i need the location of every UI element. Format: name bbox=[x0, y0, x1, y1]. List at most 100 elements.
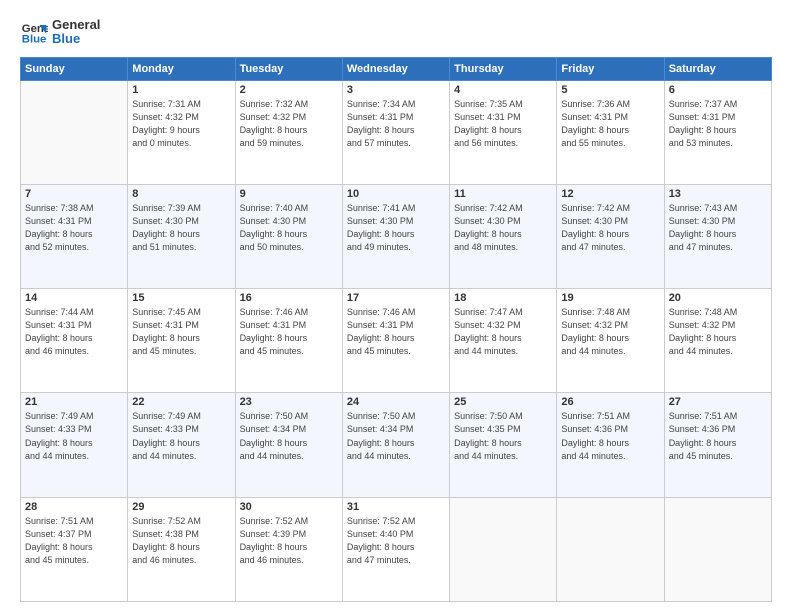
day-info: Sunrise: 7:31 AMSunset: 4:32 PMDaylight:… bbox=[132, 98, 230, 150]
day-cell: 30Sunrise: 7:52 AMSunset: 4:39 PMDayligh… bbox=[235, 497, 342, 601]
week-row-5: 28 Sunrise: 7:51 AMSunset: 4:37 PMDayligh… bbox=[21, 497, 772, 601]
day-info: Sunrise: 7:39 AMSunset: 4:30 PMDaylight:… bbox=[132, 202, 230, 254]
day-number: 23 bbox=[240, 396, 338, 408]
day-info: Sunrise: 7:37 AMSunset: 4:31 PMDaylight:… bbox=[669, 98, 767, 150]
day-number: 14 bbox=[25, 292, 123, 304]
day-info: Sunrise: 7:49 AMSunset: 4:33 PMDaylight:… bbox=[132, 410, 230, 462]
day-info: Sunrise: 7:52 AMSunset: 4:38 PMDaylight:… bbox=[132, 515, 230, 567]
col-header-thursday: Thursday bbox=[450, 57, 557, 80]
logo-general: General bbox=[52, 18, 100, 32]
day-number: 8 bbox=[132, 188, 230, 200]
week-row-4: 21Sunrise: 7:49 AMSunset: 4:33 PMDayligh… bbox=[21, 393, 772, 497]
calendar-table: SundayMondayTuesdayWednesdayThursdayFrid… bbox=[20, 57, 772, 602]
day-cell: 7 Sunrise: 7:38 AMSunset: 4:31 PMDaylight… bbox=[21, 184, 128, 288]
col-header-saturday: Saturday bbox=[664, 57, 771, 80]
day-number: 16 bbox=[240, 292, 338, 304]
week-row-3: 14 Sunrise: 7:44 AMSunset: 4:31 PMDayligh… bbox=[21, 289, 772, 393]
col-header-tuesday: Tuesday bbox=[235, 57, 342, 80]
day-info: Sunrise: 7:38 AMSunset: 4:31 PMDaylight:… bbox=[25, 202, 123, 254]
day-info: Sunrise: 7:46 AMSunset: 4:31 PMDaylight:… bbox=[347, 306, 445, 358]
day-number: 19 bbox=[561, 292, 659, 304]
day-info: Sunrise: 7:49 AMSunset: 4:33 PMDaylight:… bbox=[25, 410, 123, 462]
day-number: 31 bbox=[347, 501, 445, 513]
day-cell: 2 Sunrise: 7:32 AMSunset: 4:32 PMDaylight… bbox=[235, 80, 342, 184]
day-cell: 21Sunrise: 7:49 AMSunset: 4:33 PMDayligh… bbox=[21, 393, 128, 497]
day-info: Sunrise: 7:46 AMSunset: 4:31 PMDaylight:… bbox=[240, 306, 338, 358]
day-number: 25 bbox=[454, 396, 552, 408]
day-cell: 13Sunrise: 7:43 AMSunset: 4:30 PMDayligh… bbox=[664, 184, 771, 288]
day-cell: 18 Sunrise: 7:47 AMSunset: 4:32 PMDayligh… bbox=[450, 289, 557, 393]
calendar-page: General Blue General Blue SundayMondayTu… bbox=[0, 0, 792, 612]
day-info: Sunrise: 7:51 AMSunset: 4:37 PMDaylight:… bbox=[25, 515, 123, 567]
col-header-wednesday: Wednesday bbox=[342, 57, 449, 80]
day-cell: 5 Sunrise: 7:36 AMSunset: 4:31 PMDaylight… bbox=[557, 80, 664, 184]
day-info: Sunrise: 7:42 AMSunset: 4:30 PMDaylight:… bbox=[454, 202, 552, 254]
day-number: 28 bbox=[25, 501, 123, 513]
day-number: 27 bbox=[669, 396, 767, 408]
day-number: 4 bbox=[454, 84, 552, 96]
day-cell: 23 Sunrise: 7:50 AMSunset: 4:34 PMDayligh… bbox=[235, 393, 342, 497]
day-number: 15 bbox=[132, 292, 230, 304]
day-cell bbox=[664, 497, 771, 601]
day-number: 3 bbox=[347, 84, 445, 96]
day-cell: 24 Sunrise: 7:50 AMSunset: 4:34 PMDayligh… bbox=[342, 393, 449, 497]
day-info: Sunrise: 7:36 AMSunset: 4:31 PMDaylight:… bbox=[561, 98, 659, 150]
day-number: 17 bbox=[347, 292, 445, 304]
day-number: 10 bbox=[347, 188, 445, 200]
day-info: Sunrise: 7:34 AMSunset: 4:31 PMDaylight:… bbox=[347, 98, 445, 150]
day-info: Sunrise: 7:35 AMSunset: 4:31 PMDaylight:… bbox=[454, 98, 552, 150]
day-info: Sunrise: 7:50 AMSunset: 4:34 PMDaylight:… bbox=[240, 410, 338, 462]
day-number: 12 bbox=[561, 188, 659, 200]
day-cell: 6 Sunrise: 7:37 AMSunset: 4:31 PMDaylight… bbox=[664, 80, 771, 184]
day-cell bbox=[21, 80, 128, 184]
day-number: 11 bbox=[454, 188, 552, 200]
day-number: 20 bbox=[669, 292, 767, 304]
day-info: Sunrise: 7:41 AMSunset: 4:30 PMDaylight:… bbox=[347, 202, 445, 254]
day-cell: 27 Sunrise: 7:51 AMSunset: 4:36 PMDayligh… bbox=[664, 393, 771, 497]
logo: General Blue General Blue bbox=[20, 18, 100, 47]
day-info: Sunrise: 7:45 AMSunset: 4:31 PMDaylight:… bbox=[132, 306, 230, 358]
day-cell: 28 Sunrise: 7:51 AMSunset: 4:37 PMDayligh… bbox=[21, 497, 128, 601]
day-cell: 4 Sunrise: 7:35 AMSunset: 4:31 PMDaylight… bbox=[450, 80, 557, 184]
day-cell: 3 Sunrise: 7:34 AMSunset: 4:31 PMDaylight… bbox=[342, 80, 449, 184]
day-cell: 1 Sunrise: 7:31 AMSunset: 4:32 PMDaylight… bbox=[128, 80, 235, 184]
day-number: 5 bbox=[561, 84, 659, 96]
day-number: 2 bbox=[240, 84, 338, 96]
day-number: 13 bbox=[669, 188, 767, 200]
day-info: Sunrise: 7:50 AMSunset: 4:35 PMDaylight:… bbox=[454, 410, 552, 462]
day-cell: 29 Sunrise: 7:52 AMSunset: 4:38 PMDayligh… bbox=[128, 497, 235, 601]
header: General Blue General Blue bbox=[20, 18, 772, 47]
day-cell: 15 Sunrise: 7:45 AMSunset: 4:31 PMDayligh… bbox=[128, 289, 235, 393]
day-cell: 8 Sunrise: 7:39 AMSunset: 4:30 PMDaylight… bbox=[128, 184, 235, 288]
day-number: 29 bbox=[132, 501, 230, 513]
day-number: 18 bbox=[454, 292, 552, 304]
day-number: 9 bbox=[240, 188, 338, 200]
day-info: Sunrise: 7:51 AMSunset: 4:36 PMDaylight:… bbox=[561, 410, 659, 462]
col-header-monday: Monday bbox=[128, 57, 235, 80]
day-info: Sunrise: 7:42 AMSunset: 4:30 PMDaylight:… bbox=[561, 202, 659, 254]
day-info: Sunrise: 7:44 AMSunset: 4:31 PMDaylight:… bbox=[25, 306, 123, 358]
week-row-1: 1 Sunrise: 7:31 AMSunset: 4:32 PMDaylight… bbox=[21, 80, 772, 184]
day-info: Sunrise: 7:50 AMSunset: 4:34 PMDaylight:… bbox=[347, 410, 445, 462]
day-cell: 12 Sunrise: 7:42 AMSunset: 4:30 PMDayligh… bbox=[557, 184, 664, 288]
day-number: 7 bbox=[25, 188, 123, 200]
day-cell: 19Sunrise: 7:48 AMSunset: 4:32 PMDayligh… bbox=[557, 289, 664, 393]
day-info: Sunrise: 7:32 AMSunset: 4:32 PMDaylight:… bbox=[240, 98, 338, 150]
week-row-2: 7 Sunrise: 7:38 AMSunset: 4:31 PMDaylight… bbox=[21, 184, 772, 288]
day-info: Sunrise: 7:47 AMSunset: 4:32 PMDaylight:… bbox=[454, 306, 552, 358]
day-number: 22 bbox=[132, 396, 230, 408]
day-cell: 11 Sunrise: 7:42 AMSunset: 4:30 PMDayligh… bbox=[450, 184, 557, 288]
day-info: Sunrise: 7:52 AMSunset: 4:40 PMDaylight:… bbox=[347, 515, 445, 567]
day-cell: 31 Sunrise: 7:52 AMSunset: 4:40 PMDayligh… bbox=[342, 497, 449, 601]
day-info: Sunrise: 7:52 AMSunset: 4:39 PMDaylight:… bbox=[240, 515, 338, 567]
day-number: 24 bbox=[347, 396, 445, 408]
day-cell: 26Sunrise: 7:51 AMSunset: 4:36 PMDayligh… bbox=[557, 393, 664, 497]
day-cell: 25 Sunrise: 7:50 AMSunset: 4:35 PMDayligh… bbox=[450, 393, 557, 497]
col-header-sunday: Sunday bbox=[21, 57, 128, 80]
day-info: Sunrise: 7:40 AMSunset: 4:30 PMDaylight:… bbox=[240, 202, 338, 254]
logo-blue: Blue bbox=[52, 32, 100, 46]
day-number: 1 bbox=[132, 84, 230, 96]
day-info: Sunrise: 7:51 AMSunset: 4:36 PMDaylight:… bbox=[669, 410, 767, 462]
day-cell bbox=[557, 497, 664, 601]
day-number: 6 bbox=[669, 84, 767, 96]
